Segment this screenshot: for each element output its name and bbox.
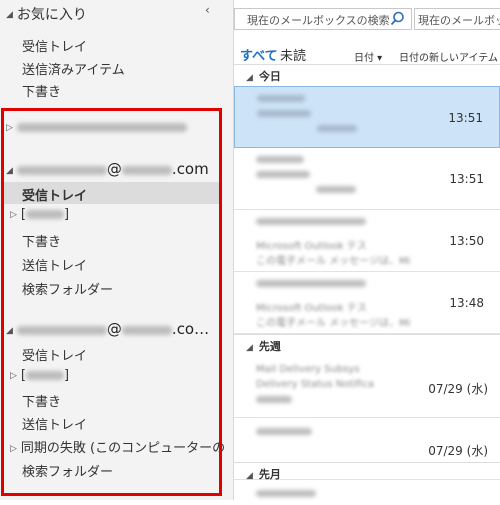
message-row[interactable]: Microsoft Outlook テス この電子メール メッセージは、Mi 1… xyxy=(234,272,500,334)
message-row[interactable]: 13:51 xyxy=(234,148,500,210)
message-row[interactable]: Microsoft Outlook テス この電子メール メッセージは、Mi 1… xyxy=(234,210,500,272)
message-sender: Mail Delivery Subsys xyxy=(256,364,360,375)
message-date: 07/29 (水) xyxy=(428,382,488,396)
favorites-header[interactable]: ◢ お気に入り xyxy=(6,4,87,24)
collapse-triangle-icon[interactable]: ◢ xyxy=(246,343,253,353)
group-header-last-month[interactable]: ◢ 先月 xyxy=(234,462,500,484)
message-row[interactable] xyxy=(234,484,500,500)
expand-triangle-icon[interactable]: ◢ xyxy=(6,10,13,20)
favorites-label: お気に入り xyxy=(16,7,87,23)
highlight-frame xyxy=(1,108,222,496)
message-list-pane: 現在のメールボックスの検索 現在のメールボックス すべて 未読 日付 ▾ 日付の… xyxy=(234,0,500,500)
fav-sent-items[interactable]: 送信済みアイテム xyxy=(22,59,125,78)
blurred-message-preview xyxy=(257,95,357,140)
message-row[interactable]: Mail Delivery Subsys Delivery Status Not… xyxy=(234,356,500,418)
message-time: 13:48 xyxy=(449,296,484,310)
folder-pane: ◢ お気に入り ‹ 受信トレイ 送信済みアイテム 下書き ▷ ◢ @ .com 受信ト… xyxy=(0,0,243,500)
sort-order-toggle[interactable]: 日付の新しいアイテム ↓ xyxy=(399,49,500,64)
filter-all-tab[interactable]: すべて xyxy=(240,45,278,64)
group-header-today[interactable]: ◢ 今日 xyxy=(234,64,500,86)
blurred-message-preview xyxy=(256,156,356,201)
search-scope-dropdown[interactable]: 現在のメールボックス xyxy=(414,8,500,30)
message-time: 13:51 xyxy=(449,172,484,186)
message-date: 07/29 (水) xyxy=(428,444,488,458)
message-subject: Delivery Status Notifica xyxy=(256,379,374,390)
blurred-message-preview xyxy=(256,490,316,505)
message-snippet: この電子メール メッセージは、Mi xyxy=(256,318,411,329)
blurred-message-preview xyxy=(256,428,312,443)
pane-splitter[interactable] xyxy=(224,0,234,500)
message-row[interactable]: 13:51 xyxy=(234,86,500,148)
group-header-last-week[interactable]: ◢ 先週 xyxy=(234,334,500,356)
message-snippet: この電子メール メッセージは、Mi xyxy=(256,256,411,267)
collapse-triangle-icon[interactable]: ◢ xyxy=(246,471,253,481)
blurred-message-preview xyxy=(256,280,366,295)
blurred-message-preview xyxy=(256,396,292,411)
search-input[interactable]: 現在のメールボックスの検索 xyxy=(247,12,390,28)
chevron-left-icon[interactable]: ‹ xyxy=(205,3,210,17)
search-icon[interactable] xyxy=(389,10,406,27)
filter-unread-tab[interactable]: 未読 xyxy=(280,45,306,64)
sort-by-dropdown[interactable]: 日付 ▾ xyxy=(354,49,382,64)
search-box[interactable]: 現在のメールボックスの検索 xyxy=(234,8,412,30)
message-time: 13:51 xyxy=(448,111,483,125)
collapse-triangle-icon[interactable]: ◢ xyxy=(246,73,253,83)
fav-inbox[interactable]: 受信トレイ xyxy=(22,36,87,55)
blurred-message-preview xyxy=(256,218,366,233)
message-subject: Microsoft Outlook テス xyxy=(256,303,367,314)
message-subject: Microsoft Outlook テス xyxy=(256,241,367,252)
message-time: 13:50 xyxy=(449,234,484,248)
fav-drafts[interactable]: 下書き xyxy=(22,81,61,100)
